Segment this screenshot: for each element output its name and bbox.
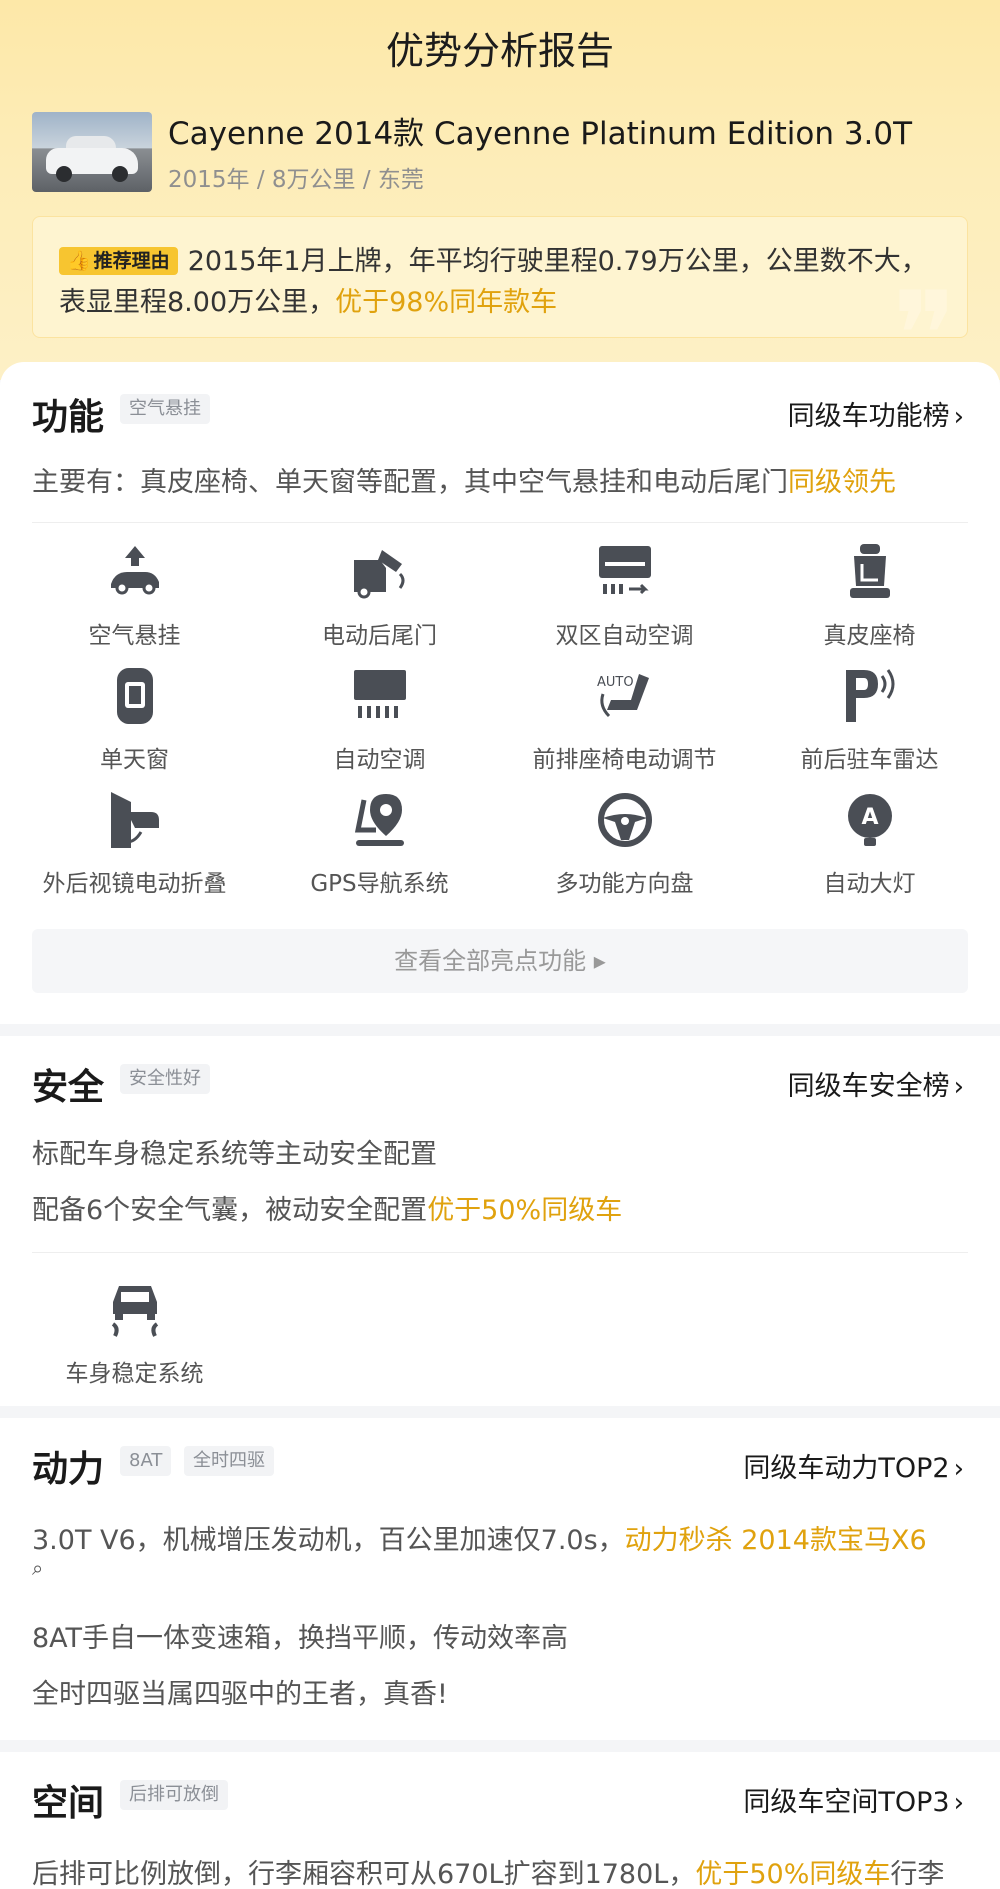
function-desc: 主要有：真皮座椅、单天窗等配置，其中空气悬挂和电动后尾门同级领先 [32,467,896,498]
report-page: 优势分析报告 Cayenne 2014款 Cayenne Platinum Ed… [0,0,1000,1889]
power-title: 动力 [32,1449,105,1490]
power-tag-transmission: 8AT [120,1446,172,1476]
air-suspension-icon [110,546,159,595]
auto-ac-icon [353,670,406,718]
power-tailgate-icon [353,550,404,599]
mirror-fold-icon [110,792,159,848]
safety-section: 安全 安全性好 同级车安全榜 › 标配车身稳定系统等主动安全配置 配备6个安全气囊… [0,1036,1000,1406]
function-section: 功能 空气悬挂 同级车功能榜 › 主要有：真皮座椅、单天窗等配置，其中空气悬挂和电… [0,362,1000,1024]
feature-item[interactable]: 自动空调 [257,666,502,774]
dual-zone-ac-icon [598,546,651,595]
svg-text:AUTO: AUTO [597,675,634,690]
steering-wheel-icon [597,793,652,847]
leather-seat-icon [849,544,890,598]
divider [32,1252,968,1253]
function-title: 功能 [32,397,105,438]
feature-item[interactable]: 双区自动空调 [502,542,747,650]
power-desc-engine: 3.0T V6，机械增压发动机，百公里加速仅7.0s，动力秒杀 2014款宝马X… [32,1525,927,1556]
space-title: 空间 [32,1783,105,1824]
feature-item[interactable]: 前后驻车雷达 [747,666,992,774]
safety-rank-link[interactable]: 同级车安全榜 › [788,1064,964,1103]
safety-title: 安全 [32,1067,105,1108]
chevron-right-icon: › [953,402,964,432]
space-section: 空间 后排可放倒 同级车空间TOP3 › 后排可比例放倒，行李厢容积可从670L扩… [0,1752,1000,1889]
feature-item[interactable]: AUTO 前排座椅电动调节 [502,666,747,774]
power-section: 动力 8AT 全时四驱 同级车动力TOP2 › 3.0T V6，机械增压发动机，百… [0,1418,1000,1740]
recommend-reason-text: 👍 推荐理由 2015年1月上牌，年平均行驶里程0.79万公里，公里数不大，表显里程… [33,217,967,337]
space-rank-link[interactable]: 同级车空间TOP3 › [743,1780,964,1819]
divider [32,522,968,523]
chevron-right-icon: › [953,1072,964,1102]
power-desc-drive: 全时四驱当属四驱中的王者，真香! [32,1679,448,1710]
space-tag: 后排可放倒 [120,1780,228,1810]
feature-item[interactable]: 多功能方向盘 [502,790,747,898]
recommend-reason-box: ❞ 👍 推荐理由 2015年1月上牌，年平均行驶里程0.79万公里，公里数不大，表显… [32,216,968,338]
page-title: 优势分析报告 [385,29,614,73]
power-tag-drive: 全时四驱 [184,1446,274,1476]
safety-desc-active: 标配车身稳定系统等主动安全配置 [32,1139,437,1170]
feature-item[interactable]: A 自动大灯 [747,790,992,898]
car-name: Cayenne 2014款 Cayenne Platinum Edition 3… [168,116,913,152]
safety-tag: 安全性好 [120,1064,210,1094]
recommend-reason-tag: 👍 推荐理由 [59,247,178,275]
caret-right-icon: ▸ [593,947,606,975]
feature-item[interactable]: GPS导航系统 [257,790,502,898]
feature-item[interactable]: 单天窗 [12,666,257,774]
car-meta: 2015年 / 8万公里 / 东莞 [168,167,424,193]
chevron-right-icon: › [953,1788,964,1818]
space-desc: 后排可比例放倒，行李厢容积可从670L扩容到1780L，优于50%同级车行李 [32,1859,945,1889]
function-tag: 空气悬挂 [120,394,210,424]
power-seat-icon: AUTO [597,674,649,718]
sunroof-icon [116,668,153,724]
reason-highlight: 优于98%同年款车 [335,287,558,318]
gps-nav-icon [354,794,404,846]
safety-desc-passive: 配备6个安全气囊，被动安全配置优于50%同级车 [32,1195,623,1226]
feature-item[interactable]: 外后视镜电动折叠 [12,790,257,898]
feature-item[interactable]: 空气悬挂 [12,542,257,650]
chevron-right-icon: › [953,1454,964,1484]
search-icon[interactable]: ⌕ [32,1556,43,1580]
feature-item[interactable]: 真皮座椅 [747,542,992,650]
thumbs-up-icon: 👍 [67,250,91,272]
parking-radar-icon [845,669,894,722]
auto-headlight-icon: A [847,794,892,846]
feature-item[interactable]: 电动后尾门 [257,542,502,650]
feature-item[interactable]: 车身稳定系统 [12,1280,257,1388]
car-thumbnail[interactable] [32,112,152,192]
power-rank-link[interactable]: 同级车动力TOP2 › [743,1446,964,1485]
power-desc-transmission: 8AT手自一体变速箱，换挡平顺，传动效率高 [32,1623,569,1654]
stability-control-icon [111,1286,158,1337]
view-all-features-button[interactable]: 查看全部亮点功能 ▸ [32,929,968,993]
function-rank-link[interactable]: 同级车功能榜 › [788,394,964,433]
svg-text:A: A [861,805,878,830]
report-header: 优势分析报告 Cayenne 2014款 Cayenne Platinum Ed… [0,0,1000,380]
